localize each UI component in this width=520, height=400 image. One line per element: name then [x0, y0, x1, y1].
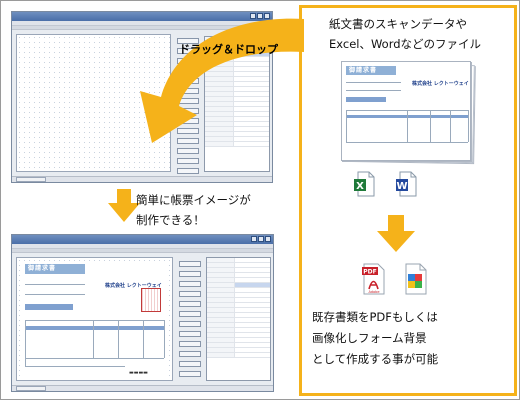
caption-line: 紙文書のスキャンデータや [329, 17, 467, 31]
caption-line: 簡単に帳票イメージが [136, 193, 251, 207]
caption-line: として作成する事が可能 [312, 352, 439, 366]
illustration-stage: 御請求書 株式会社 レクトーウェイ ▬▬▬▬ 御請求書 株式会社 レクトーウェイ… [0, 0, 520, 400]
drag-drop-arrow [140, 18, 304, 144]
caption-line: 画像化しフォーム背景 [312, 331, 427, 345]
caption-background-form: 既存書類をPDFもしくは 画像化しフォーム背景 として作成する事が可能 [312, 307, 438, 370]
caption-source-files: 紙文書のスキャンデータや Excel、Wordなどのファイル [329, 14, 481, 54]
caption-line: 既存書類をPDFもしくは [312, 310, 438, 324]
drag-drop-label: ドラッグ＆ドロップ [179, 43, 278, 56]
caption-line: 制作できる！ [136, 213, 205, 227]
caption-easy-form: 簡単に帳票イメージが 制作できる！ [136, 190, 251, 230]
caption-line: Excel、Wordなどのファイル [329, 37, 482, 51]
